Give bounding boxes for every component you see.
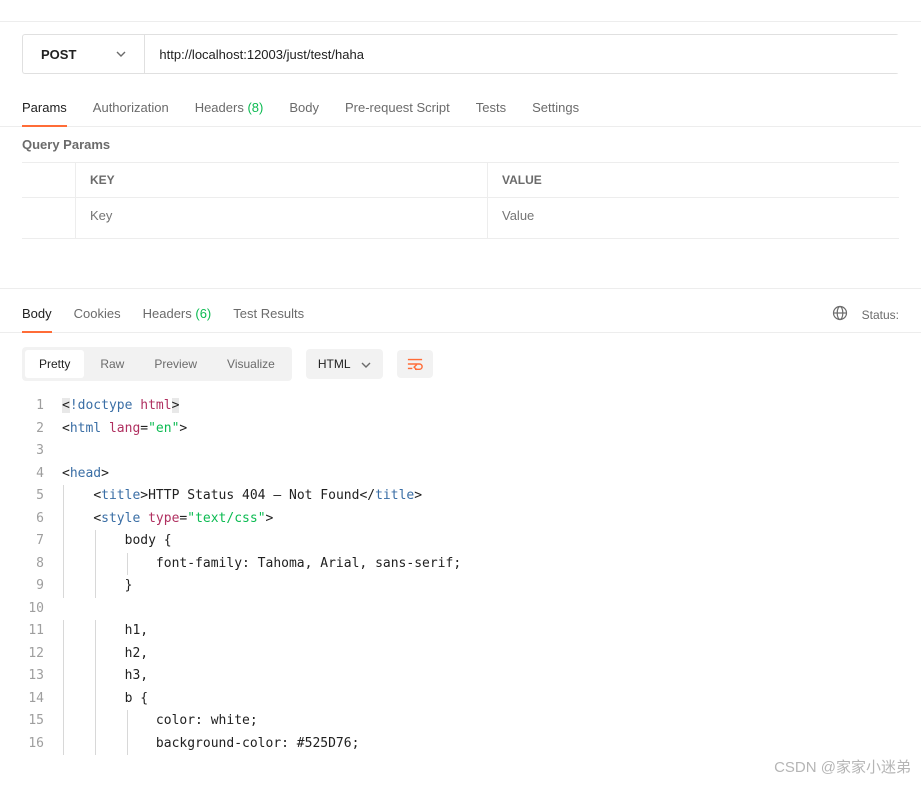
tab-tests[interactable]: Tests (476, 100, 506, 126)
status-label: Status: (862, 308, 899, 322)
line-number: 3 (22, 440, 62, 463)
table-value-header: VALUE (488, 163, 899, 197)
code-line: 16 background-color: #525D76; (22, 733, 899, 756)
response-tab-headers-count: (6) (195, 306, 211, 321)
request-url-input[interactable] (145, 35, 899, 73)
table-checkbox-cell[interactable] (22, 198, 76, 238)
globe-icon[interactable] (832, 305, 848, 324)
wrap-icon (407, 357, 423, 371)
response-meta: Status: (832, 305, 899, 332)
response-tab-headers[interactable]: Headers (6) (143, 306, 212, 332)
code-line: 15 color: white; (22, 710, 899, 733)
code-line: 4<head> (22, 463, 899, 486)
line-number: 1 (22, 395, 62, 418)
top-divider (0, 0, 921, 22)
response-format-select[interactable]: HTML (306, 349, 383, 379)
table-key-header: KEY (76, 163, 488, 197)
code-line: 2<html lang="en"> (22, 418, 899, 441)
request-tabs: Params Authorization Headers (8) Body Pr… (0, 82, 921, 127)
code-content: <head> (62, 463, 109, 486)
format-label: HTML (318, 357, 351, 371)
line-number: 5 (22, 485, 62, 508)
line-number: 6 (22, 508, 62, 531)
line-number: 13 (22, 665, 62, 688)
code-content: h2, (62, 643, 148, 666)
tab-headers[interactable]: Headers (8) (195, 100, 264, 126)
response-tab-cookies[interactable]: Cookies (74, 306, 121, 332)
code-content: font-family: Tahoma, Arial, sans-serif; (62, 553, 461, 576)
code-line: 6 <style type="text/css"> (22, 508, 899, 531)
response-tab-test-results[interactable]: Test Results (233, 306, 304, 332)
code-line: 13 h3, (22, 665, 899, 688)
tab-settings[interactable]: Settings (532, 100, 579, 126)
code-line: 1<!doctype html> (22, 395, 899, 418)
response-view-controls: Pretty Raw Preview Visualize HTML (0, 333, 921, 395)
code-content: background-color: #525D76; (62, 733, 359, 756)
tab-body[interactable]: Body (289, 100, 319, 126)
query-params-table: KEY VALUE (22, 162, 899, 239)
line-number: 15 (22, 710, 62, 733)
tab-authorization[interactable]: Authorization (93, 100, 169, 126)
line-number: 11 (22, 620, 62, 643)
table-checkbox-header (22, 163, 76, 197)
tab-prerequest[interactable]: Pre-request Script (345, 100, 450, 126)
table-header-row: KEY VALUE (22, 163, 899, 198)
request-bar: POST (22, 34, 899, 74)
code-content: } (62, 575, 132, 598)
code-content: <!doctype html> (62, 395, 179, 418)
code-line: 5 <title>HTTP Status 404 – Not Found</ti… (22, 485, 899, 508)
response-body-code[interactable]: 1<!doctype html>2<html lang="en">34<head… (0, 395, 921, 765)
view-mode-tabs: Pretty Raw Preview Visualize (22, 347, 292, 381)
chevron-down-icon (116, 48, 126, 60)
chevron-down-icon (361, 357, 371, 371)
code-content: <html lang="en"> (62, 418, 187, 441)
tab-headers-count: (8) (247, 100, 263, 115)
code-content: <style type="text/css"> (62, 508, 273, 531)
line-number: 9 (22, 575, 62, 598)
code-content: b { (62, 688, 148, 711)
view-tab-pretty[interactable]: Pretty (25, 350, 84, 378)
query-params-title: Query Params (0, 127, 921, 162)
response-tab-body[interactable]: Body (22, 306, 52, 333)
code-content: color: white; (62, 710, 258, 733)
param-key-input[interactable] (76, 198, 487, 233)
response-tab-headers-label: Headers (143, 306, 192, 321)
view-tab-preview[interactable]: Preview (140, 350, 211, 378)
code-content: h3, (62, 665, 148, 688)
code-line: 8 font-family: Tahoma, Arial, sans-serif… (22, 553, 899, 576)
code-line: 3 (22, 440, 899, 463)
code-line: 10 (22, 598, 899, 621)
code-line: 9 } (22, 575, 899, 598)
code-content: body { (62, 530, 172, 553)
code-line: 11 h1, (22, 620, 899, 643)
line-number: 8 (22, 553, 62, 576)
http-method-select[interactable]: POST (23, 35, 145, 73)
code-line: 12 h2, (22, 643, 899, 666)
line-number: 14 (22, 688, 62, 711)
param-value-input[interactable] (488, 198, 899, 233)
code-line: 7 body { (22, 530, 899, 553)
line-number: 12 (22, 643, 62, 666)
code-line: 14 b { (22, 688, 899, 711)
table-row (22, 198, 899, 238)
wrap-lines-button[interactable] (397, 350, 433, 378)
line-number: 4 (22, 463, 62, 486)
code-content: h1, (62, 620, 148, 643)
response-tabs: Body Cookies Headers (6) Test Results (22, 306, 304, 332)
tab-params[interactable]: Params (22, 100, 67, 127)
view-tab-visualize[interactable]: Visualize (213, 350, 289, 378)
code-content: <title>HTTP Status 404 – Not Found</titl… (62, 485, 422, 508)
section-gap (0, 239, 921, 289)
response-header: Body Cookies Headers (6) Test Results St… (0, 289, 921, 333)
http-method-label: POST (41, 47, 76, 62)
line-number: 16 (22, 733, 62, 756)
view-tab-raw[interactable]: Raw (86, 350, 138, 378)
line-number: 10 (22, 598, 62, 621)
line-number: 7 (22, 530, 62, 553)
line-number: 2 (22, 418, 62, 441)
tab-headers-label: Headers (195, 100, 244, 115)
